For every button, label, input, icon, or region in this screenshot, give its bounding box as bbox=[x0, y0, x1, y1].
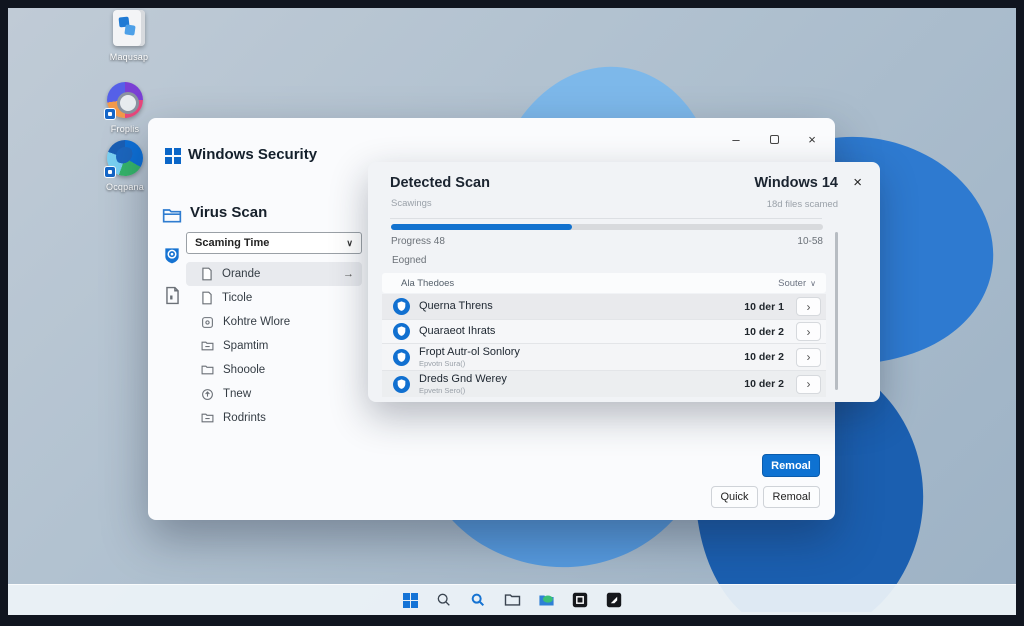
maximize-icon bbox=[770, 135, 779, 144]
document-icon bbox=[201, 291, 213, 305]
threat-row[interactable]: Quaraeot Ihrats 10 der 2 › bbox=[382, 319, 826, 343]
sort-control[interactable]: Souter ∨ bbox=[778, 278, 816, 289]
sidebar-item-orande[interactable]: Orande → bbox=[186, 262, 362, 286]
desktop: Maqusap Froplis Ocqpana Windows Security… bbox=[8, 8, 1016, 615]
sort-label: Souter bbox=[778, 278, 806, 289]
desktop-icon-label: Maqusap bbox=[90, 52, 168, 62]
security-shield-icon[interactable] bbox=[162, 245, 182, 265]
color-ring-app-icon bbox=[107, 82, 143, 118]
threat-count: 10 der 2 bbox=[744, 351, 784, 363]
sidebar-item-spamtim[interactable]: Spamtim bbox=[186, 334, 362, 358]
file-explorer-icon[interactable] bbox=[501, 589, 523, 611]
chevron-right-button[interactable]: › bbox=[796, 375, 821, 394]
detected-scan-panel: Detected Scan Scawings Windows 14 × 18d … bbox=[368, 162, 880, 402]
zoom-search-icon[interactable] bbox=[467, 589, 489, 611]
threat-row[interactable]: Dreds Gnd Werey Epvetn Sero() 10 der 2 › bbox=[382, 370, 826, 397]
chevron-right-button[interactable]: › bbox=[796, 322, 821, 341]
threat-count: 10 der 2 bbox=[744, 326, 784, 338]
threat-list-header: Ala Thedoes Souter ∨ bbox=[382, 273, 826, 293]
threat-count: 10 der 1 bbox=[744, 301, 784, 313]
photos-icon[interactable] bbox=[603, 589, 625, 611]
os-label: Windows 14 bbox=[754, 175, 838, 191]
list-header-label: Ala Thedoes bbox=[401, 278, 454, 289]
files-scanned-label: 18d files scamed bbox=[767, 199, 838, 210]
remove-primary-button[interactable]: Remoal bbox=[762, 454, 820, 477]
scan-type-dropdown[interactable]: Scaming Time ∨ bbox=[186, 232, 362, 254]
app-badge-icon bbox=[104, 108, 116, 120]
app-badge-icon bbox=[104, 166, 116, 178]
desktop-icon-maqusap[interactable]: Maqusap bbox=[90, 10, 168, 62]
progress-time: 10-58 bbox=[391, 236, 823, 247]
threat-title: Dreds Gnd Werey bbox=[419, 373, 507, 385]
shield-badge-icon bbox=[393, 323, 410, 340]
panel-close-button[interactable]: × bbox=[853, 174, 862, 191]
windows-logo-icon bbox=[165, 148, 181, 164]
sidebar-item-shooole[interactable]: Shooole bbox=[186, 358, 362, 382]
sidebar-item-ticole[interactable]: Ticole bbox=[186, 286, 362, 310]
arrow-right-icon: → bbox=[343, 268, 354, 280]
shield-badge-icon bbox=[393, 349, 410, 366]
close-button[interactable]: × bbox=[805, 132, 819, 146]
upload-circle-icon bbox=[201, 388, 214, 401]
window-title: Windows Security bbox=[188, 146, 317, 163]
book-app-icon bbox=[113, 10, 145, 46]
maximize-button[interactable] bbox=[767, 132, 781, 146]
sidebar-item-label: Orande bbox=[222, 268, 260, 280]
sidebar-item-rodrints[interactable]: Rodrints bbox=[186, 406, 362, 430]
document-icon bbox=[201, 267, 213, 281]
status-label: Eogned bbox=[392, 255, 426, 266]
onedrive-folder-icon[interactable] bbox=[535, 589, 557, 611]
scan-progress-fill bbox=[391, 224, 572, 230]
threat-row[interactable]: Querna Threns 10 der 1 › bbox=[382, 294, 826, 319]
sidebar-item-label: Rodrints bbox=[223, 412, 266, 424]
sidebar-item-label: Tnew bbox=[223, 388, 251, 400]
taskbar bbox=[8, 584, 1016, 615]
sidebar-item-label: Shooole bbox=[223, 364, 265, 376]
panel-subtitle: Scawings bbox=[391, 198, 432, 209]
quick-button[interactable]: Quick bbox=[711, 486, 758, 508]
document-report-icon[interactable] bbox=[164, 286, 181, 305]
nav-rail bbox=[158, 206, 186, 305]
threat-subtitle: Epvotn Sura() bbox=[419, 359, 520, 368]
minimize-button[interactable]: – bbox=[729, 132, 743, 146]
shield-badge-icon bbox=[393, 376, 410, 393]
start-icon[interactable] bbox=[399, 589, 421, 611]
threat-title: Quaraeot Ihrats bbox=[419, 325, 495, 337]
folder-minus-icon bbox=[201, 340, 214, 352]
sidebar-list: Orande → Ticole Kohtre Wlore Spamtim bbox=[186, 262, 362, 430]
panel-scrollbar[interactable] bbox=[835, 232, 838, 390]
folder-icon bbox=[201, 364, 214, 376]
sidebar-item-label: Ticole bbox=[222, 292, 252, 304]
sidebar-item-kohtre-wlore[interactable]: Kohtre Wlore bbox=[186, 310, 362, 334]
remove-secondary-button[interactable]: Remoal bbox=[763, 486, 820, 508]
dropdown-value: Scaming Time bbox=[195, 237, 269, 249]
threat-list: Querna Threns 10 der 1 › Quaraeot Ihrats… bbox=[382, 294, 826, 397]
scan-progress-bar bbox=[391, 224, 823, 230]
sidebar: Virus Scan Scaming Time ∨ Orande → Ticol… bbox=[186, 204, 362, 430]
threat-count: 10 der 2 bbox=[744, 378, 784, 390]
panel-title: Detected Scan bbox=[390, 175, 490, 191]
threat-subtitle: Epvetn Sero() bbox=[419, 386, 507, 395]
message-icon bbox=[201, 316, 214, 329]
threat-row[interactable]: Fropt Autr-ol Sonlory Epvotn Sura() 10 d… bbox=[382, 343, 826, 370]
sidebar-heading: Virus Scan bbox=[190, 204, 362, 221]
app-window-icon[interactable] bbox=[569, 589, 591, 611]
chevron-right-button[interactable]: › bbox=[796, 348, 821, 367]
threat-title: Querna Threns bbox=[419, 300, 493, 312]
chevron-down-icon: ∨ bbox=[346, 238, 353, 249]
chevron-right-button[interactable]: › bbox=[796, 297, 821, 316]
folder-minus-icon bbox=[201, 412, 214, 424]
sidebar-item-label: Spamtim bbox=[223, 340, 268, 352]
sidebar-item-tnew[interactable]: Tnew bbox=[186, 382, 362, 406]
threat-title: Fropt Autr-ol Sonlory bbox=[419, 346, 520, 358]
shield-badge-icon bbox=[393, 298, 410, 315]
chevron-down-icon: ∨ bbox=[810, 279, 816, 288]
divider bbox=[390, 218, 822, 219]
folder-icon[interactable] bbox=[162, 206, 182, 224]
sidebar-item-label: Kohtre Wlore bbox=[223, 316, 290, 328]
search-icon[interactable] bbox=[433, 589, 455, 611]
swirl-browser-icon bbox=[107, 140, 143, 176]
